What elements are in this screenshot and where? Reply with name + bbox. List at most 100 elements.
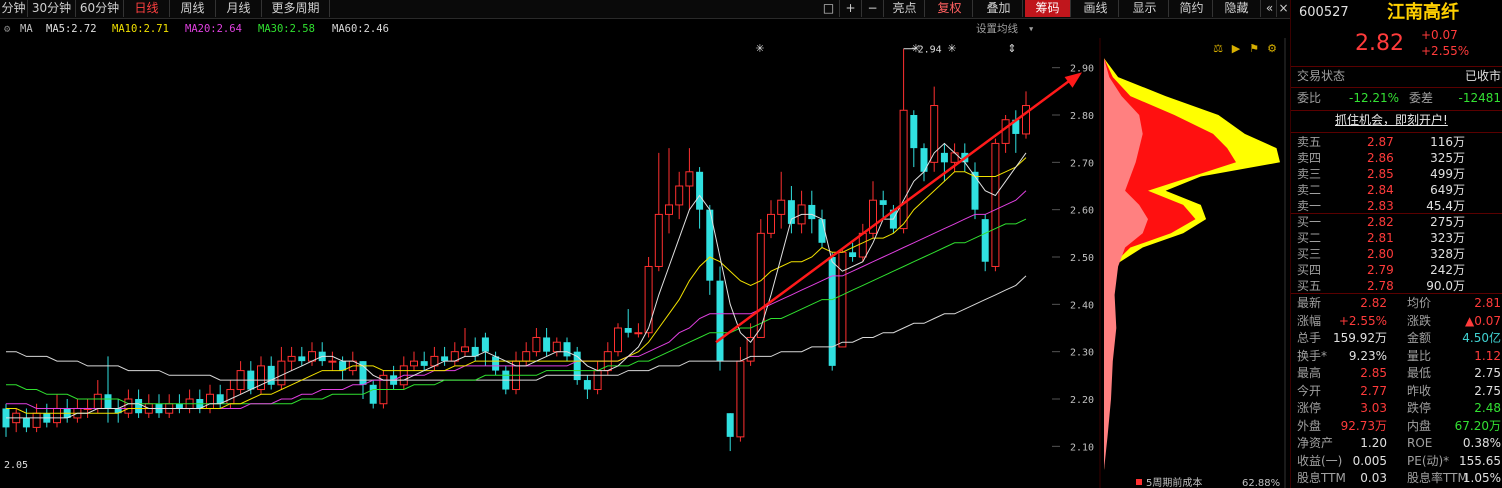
bids-price: 2.81 [1367, 231, 1394, 245]
candle-body [32, 412, 41, 428]
stat-row: 涨停 3.03 跌停 2.48 [1291, 400, 1502, 417]
period-tab-2[interactable]: 60分钟 [76, 0, 124, 17]
price-tick-label: 2.10 [1070, 442, 1094, 453]
window-icon[interactable]: □ [818, 0, 840, 17]
period-tab-3[interactable]: 日线 [124, 0, 170, 17]
zoom-out-icon[interactable]: − [862, 0, 884, 17]
asks-volume: 116万 [1430, 135, 1465, 149]
candle-body [838, 251, 847, 348]
candle-body [410, 360, 418, 367]
candle-body [716, 280, 724, 362]
ma-settings-link[interactable]: 设置均线 [976, 20, 1018, 38]
stat-label: 总手 [1297, 331, 1322, 345]
candle-body [93, 393, 102, 409]
toolbar-button-7[interactable]: 隐藏 [1213, 0, 1261, 17]
stat-label: 最低 [1407, 366, 1432, 380]
price-tick-label: 2.90 [1070, 64, 1094, 75]
candle-body [634, 332, 643, 335]
stat-value: 2.48 [1474, 401, 1501, 415]
candle-body [685, 171, 694, 187]
trend-arrow-line [715, 76, 1075, 344]
stat-label: 涨跌 [1407, 313, 1432, 328]
candle-body [971, 171, 979, 210]
weibi-value: -12.21% [1349, 91, 1400, 105]
price-tick-label: 2.30 [1070, 348, 1094, 359]
candle-body [665, 204, 673, 215]
period-tab-4[interactable]: 周线 [170, 0, 216, 17]
stat-label: ROE [1407, 436, 1433, 450]
settings-icon[interactable]: ⚙ [4, 20, 10, 38]
bids-volume: 275万 [1430, 215, 1465, 229]
stat-value: 1.20 [1360, 436, 1387, 450]
period-tab-5[interactable]: 月线 [216, 0, 262, 17]
zoom-in-icon[interactable]: + [840, 0, 862, 17]
ma30-value: MA30:2.58 [258, 23, 315, 35]
chart-toolbar: 分钟 30分钟 60分钟 日线 周线 月线 更多周期 □ + − 亮点 复权 叠加 筹码 画线 显示 简约 隐藏 «… [0, 0, 1291, 19]
ma10-value: MA10:2.71 [112, 23, 169, 35]
toolbar-button-5[interactable]: 显示 [1121, 0, 1169, 17]
prev-icon[interactable]: « [1263, 0, 1277, 17]
toolbar-button-4[interactable]: 画线 [1073, 0, 1119, 17]
candle-body [940, 152, 948, 163]
price-change: +0.07 [1421, 28, 1458, 42]
candle-body [950, 152, 959, 163]
trade-state-value: 已收市 [1464, 69, 1501, 83]
chip-cost-pct: 62.88% [1242, 478, 1280, 488]
asks-label: 卖五 [1297, 135, 1322, 149]
stat-label: 收益(一) [1297, 453, 1343, 468]
stat-value: 0.005 [1352, 453, 1387, 468]
stat-value: 155.65 [1459, 453, 1501, 468]
candle-body [267, 365, 275, 385]
candle-body [696, 171, 704, 210]
period-tab-0[interactable]: 分钟 [0, 0, 28, 17]
candle-body [226, 389, 235, 405]
candle-body [767, 213, 775, 234]
candle-body [583, 380, 591, 390]
stat-label: 净资产 [1297, 436, 1334, 450]
candle-body [22, 417, 30, 428]
quote-panel: 600527 江南高纤 2.82 +0.07 +2.55% 交易状态 已收市 委… [1290, 0, 1502, 488]
price-tick-label: 2.70 [1070, 158, 1094, 169]
bids-label: 买二 [1297, 231, 1322, 245]
candle-body [287, 355, 296, 362]
candle-body [808, 204, 816, 220]
asks-volume: 649万 [1430, 183, 1465, 197]
stat-label: 涨幅 [1297, 313, 1322, 328]
close-icon[interactable]: × [1277, 0, 1291, 17]
candle-body [277, 360, 286, 386]
chip-legend-swatch [1136, 479, 1142, 485]
stat-label: 最高 [1297, 366, 1322, 380]
chip-cost-label: 5周期前成本 [1146, 476, 1202, 488]
candle-body [369, 384, 377, 404]
trend-arrow-head [1064, 72, 1082, 88]
stat-row: 总手 159.92万 金额 4.50亿 [1291, 330, 1502, 347]
price-tick-label: 2.50 [1070, 253, 1094, 264]
stat-label: 换手* [1297, 348, 1328, 363]
bids-row: 买三 2.80 328万 [1291, 246, 1502, 263]
asks-price: 2.86 [1367, 151, 1394, 165]
candle-body [135, 399, 143, 414]
candle-body [614, 327, 622, 353]
stat-value: 67.20万 [1454, 418, 1501, 433]
toolbar-button-6[interactable]: 简约 [1171, 0, 1213, 17]
stat-label: 量比 [1407, 348, 1432, 363]
kline-chart[interactable]: 2.90 2.80 2.70 2.60 2.50 2.40 2.30 2.20 2.10 2.94… [0, 38, 1290, 488]
candle-body [492, 356, 500, 371]
ma-legend-bar: ⚙ MA MA5:2.72 MA10:2.71 MA20:2.64 MA30:2… [0, 20, 1040, 38]
ma-prefix: MA [20, 23, 33, 35]
toolbar-button-0[interactable]: 亮点 [885, 0, 925, 17]
stat-value: 2.82 [1360, 296, 1387, 310]
open-account-link[interactable]: 抓住机会，即刻开户! [1335, 112, 1448, 129]
event-star-icon: ✳ [755, 42, 764, 55]
toolbar-button-3[interactable]: 筹码 [1025, 0, 1071, 17]
toolbar-button-1[interactable]: 复权 [927, 0, 973, 17]
candle-body [522, 351, 531, 362]
stat-label: 跌停 [1407, 401, 1432, 415]
toolbar-button-2[interactable]: 叠加 [975, 0, 1023, 17]
chevron-down-icon[interactable]: ▾ [1028, 20, 1034, 38]
candle-body [298, 356, 306, 362]
period-tab-1[interactable]: 30分钟 [28, 0, 76, 17]
period-tab-6[interactable]: 更多周期 [262, 0, 330, 17]
stat-label: 昨收 [1407, 383, 1432, 398]
candle-body [777, 199, 786, 215]
